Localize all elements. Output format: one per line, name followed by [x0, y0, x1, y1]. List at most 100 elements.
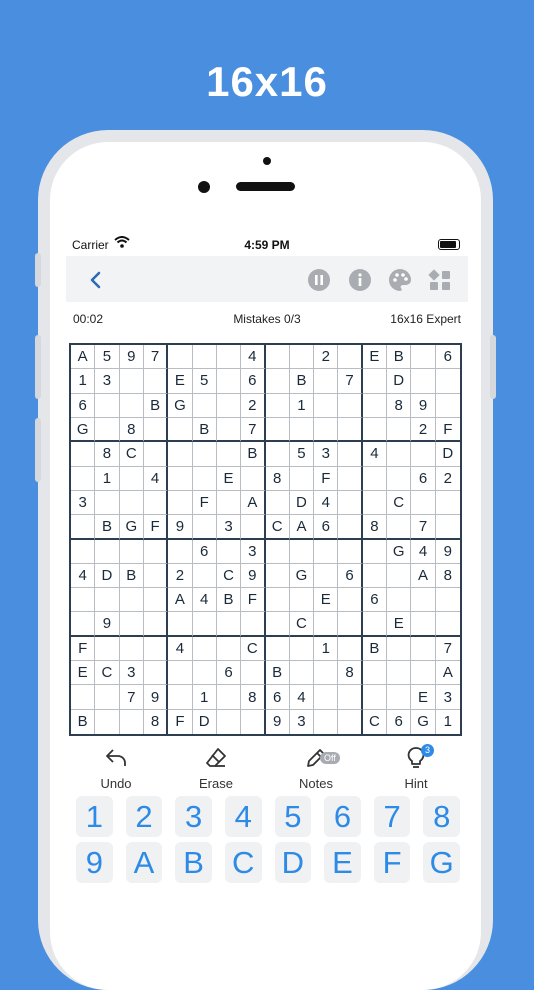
sudoku-cell[interactable]	[362, 466, 388, 491]
sudoku-cell[interactable]	[338, 466, 363, 491]
sudoku-cell[interactable]: B	[143, 393, 169, 418]
sudoku-cell[interactable]: 5	[289, 442, 315, 467]
sudoku-cell[interactable]: 3	[435, 685, 460, 710]
keypad-key[interactable]: D	[274, 842, 312, 883]
sudoku-cell[interactable]: 1	[289, 393, 315, 418]
grid-shapes-icon[interactable]	[428, 268, 452, 292]
sudoku-cell[interactable]: G	[168, 393, 193, 418]
sudoku-cell[interactable]	[192, 345, 217, 370]
sudoku-cell[interactable]: 8	[362, 515, 388, 540]
sudoku-cell[interactable]	[362, 612, 388, 637]
sudoku-cell[interactable]	[314, 709, 339, 734]
sudoku-cell[interactable]: A	[435, 661, 460, 686]
sudoku-cell[interactable]: 3	[241, 539, 266, 564]
sudoku-cell[interactable]	[387, 588, 412, 613]
sudoku-cell[interactable]	[338, 612, 363, 637]
sudoku-cell[interactable]: C	[241, 636, 266, 662]
sudoku-cell[interactable]	[265, 636, 290, 662]
keypad-key[interactable]: 6	[324, 796, 361, 837]
sudoku-cell[interactable]	[143, 661, 169, 686]
sudoku-cell[interactable]	[265, 369, 290, 394]
sudoku-cell[interactable]	[435, 394, 460, 418]
sudoku-cell[interactable]	[95, 417, 120, 443]
keypad-key[interactable]: 5	[274, 796, 312, 837]
keypad-key[interactable]: A	[125, 842, 163, 883]
sudoku-cell[interactable]	[119, 490, 144, 516]
sudoku-cell[interactable]	[362, 661, 388, 686]
sudoku-cell[interactable]: 1	[314, 636, 339, 662]
sudoku-cell[interactable]	[387, 466, 412, 491]
sudoku-cell[interactable]	[216, 612, 242, 637]
sudoku-cell[interactable]: 3	[71, 490, 96, 516]
sudoku-cell[interactable]	[216, 539, 242, 564]
sudoku-cell[interactable]	[362, 563, 388, 589]
keypad-key[interactable]: 1	[76, 796, 113, 837]
sudoku-cell[interactable]	[362, 685, 388, 710]
sudoku-cell[interactable]	[241, 661, 266, 686]
sudoku-cell[interactable]: 6	[338, 563, 363, 589]
sudoku-cell[interactable]	[216, 685, 242, 710]
sudoku-cell[interactable]: 4	[192, 588, 217, 613]
sudoku-cell[interactable]	[387, 685, 412, 710]
sudoku-cell[interactable]: C	[95, 661, 120, 686]
keypad-key[interactable]: 7	[373, 796, 411, 837]
sudoku-cell[interactable]: E	[71, 661, 96, 686]
sudoku-cell[interactable]: 9	[241, 563, 266, 589]
sudoku-cell[interactable]: B	[362, 636, 388, 662]
sudoku-cell[interactable]	[216, 442, 242, 467]
sudoku-cell[interactable]: 9	[266, 709, 290, 734]
sudoku-cell[interactable]	[119, 466, 144, 491]
notes-button[interactable]: Off Notes	[276, 746, 356, 791]
sudoku-cell[interactable]: G	[119, 515, 144, 540]
sudoku-cell[interactable]	[411, 661, 436, 686]
sudoku-cell[interactable]	[265, 539, 290, 564]
sudoku-cell[interactable]	[143, 563, 169, 589]
sudoku-cell[interactable]	[143, 442, 169, 467]
sudoku-cell[interactable]	[289, 661, 315, 686]
sudoku-cell[interactable]: 6	[387, 709, 412, 734]
sudoku-cell[interactable]	[143, 636, 169, 662]
sudoku-cell[interactable]: 4	[314, 490, 339, 516]
sudoku-cell[interactable]: 3	[119, 661, 144, 686]
hint-button[interactable]: 3 Hint	[376, 744, 456, 791]
sudoku-cell[interactable]	[265, 588, 290, 613]
sudoku-cell[interactable]	[71, 442, 96, 467]
sudoku-cell[interactable]	[435, 612, 460, 637]
sudoku-cell[interactable]: 8	[241, 685, 266, 710]
sudoku-cell[interactable]: E	[362, 345, 388, 370]
sudoku-cell[interactable]	[95, 539, 120, 564]
sudoku-cell[interactable]: B	[71, 709, 96, 734]
sudoku-cell[interactable]: C	[216, 563, 242, 589]
sudoku-cell[interactable]	[168, 417, 193, 443]
sudoku-cell[interactable]: 1	[192, 685, 217, 710]
sudoku-cell[interactable]: F	[143, 515, 169, 540]
sudoku-cell[interactable]	[387, 636, 412, 662]
sudoku-cell[interactable]	[71, 515, 96, 540]
sudoku-cell[interactable]: 4	[241, 345, 266, 370]
sudoku-cell[interactable]	[241, 515, 266, 540]
sudoku-cell[interactable]: 8	[338, 661, 363, 686]
sudoku-cell[interactable]: A	[71, 345, 96, 370]
sudoku-cell[interactable]: C	[387, 490, 412, 516]
sudoku-cell[interactable]	[289, 539, 315, 564]
sudoku-cell[interactable]	[192, 393, 217, 418]
sudoku-cell[interactable]: B	[216, 588, 242, 613]
keypad-key[interactable]: 8	[423, 796, 460, 837]
sudoku-cell[interactable]	[411, 345, 436, 370]
sudoku-cell[interactable]: 6	[314, 515, 339, 540]
sudoku-cell[interactable]: C	[265, 515, 290, 540]
sudoku-cell[interactable]: 8	[95, 442, 120, 467]
sudoku-cell[interactable]: B	[192, 417, 217, 443]
sudoku-cell[interactable]: 4	[411, 539, 436, 564]
sudoku-cell[interactable]	[216, 345, 242, 370]
sudoku-cell[interactable]: 3	[95, 369, 120, 394]
sudoku-cell[interactable]	[192, 661, 217, 686]
sudoku-cell[interactable]	[338, 636, 363, 662]
sudoku-cell[interactable]	[387, 563, 412, 589]
sudoku-cell[interactable]: 6	[435, 345, 460, 370]
sudoku-cell[interactable]	[314, 685, 339, 710]
sudoku-cell[interactable]	[265, 345, 290, 370]
sudoku-cell[interactable]: 3	[216, 515, 242, 540]
sudoku-cell[interactable]	[387, 515, 412, 540]
sudoku-cell[interactable]: B	[95, 515, 120, 540]
